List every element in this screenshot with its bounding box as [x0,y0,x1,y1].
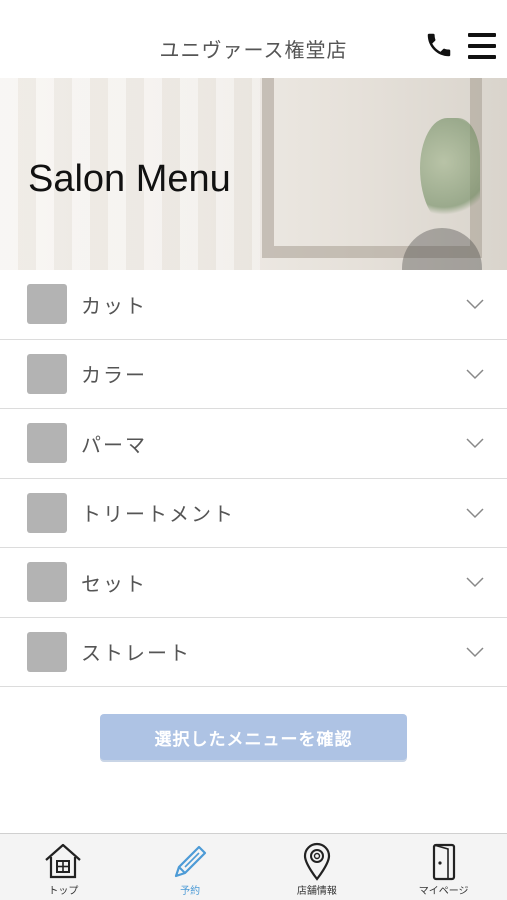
menu-item-thumbnail [27,562,67,603]
confirm-selected-menu-button[interactable]: 選択したメニューを確認 [100,714,407,760]
hero-title: Salon Menu [28,158,231,200]
menu-item-label: トリートメント [81,502,235,527]
menu-item-label: セット [81,571,147,596]
menu-item-thumbnail [27,492,67,533]
menu-item-label: パーマ [81,432,147,457]
hero-banner: Salon Menu [0,78,507,270]
tab-label: マイページ [418,886,469,897]
salon-menu-list: カット カラー パーマ トリートメント セット ストレート [0,270,507,687]
tab-label: トップ [48,886,79,897]
tab-top[interactable]: トップ [0,834,127,900]
chevron-down-icon[interactable] [466,646,484,658]
menu-item-label: カット [81,293,147,318]
chevron-down-icon[interactable] [466,576,484,588]
map-pin-icon [303,842,330,881]
menu-item-thumbnail [27,353,67,394]
tab-shop-info[interactable]: 店舗情報 [254,834,381,900]
phone-icon[interactable] [424,30,454,60]
menu-item-label: カラー [81,363,147,388]
menu-item-thumbnail [27,423,67,464]
tab-reservation[interactable]: 予約 [127,834,254,900]
door-icon [432,843,455,881]
pencil-icon [175,845,207,878]
app-header: ユニヴァース権堂店 [0,0,507,78]
menu-item-straight[interactable]: ストレート [0,618,507,687]
hamburger-menu-icon[interactable] [468,33,496,59]
chevron-down-icon[interactable] [466,507,484,519]
chevron-down-icon[interactable] [466,437,484,449]
menu-item-treatment[interactable]: トリートメント [0,479,507,548]
home-icon [45,843,82,879]
menu-item-label: ストレート [81,641,191,666]
menu-item-cut[interactable]: カット [0,270,507,340]
chevron-down-icon[interactable] [466,298,484,310]
bottom-tab-bar: トップ 予約 店舗情報 マイページ [0,833,507,900]
menu-item-thumbnail [27,284,67,325]
menu-item-thumbnail [27,631,67,672]
tab-mypage[interactable]: マイページ [380,834,507,900]
tab-label: 店舗情報 [296,886,337,897]
chevron-down-icon[interactable] [466,368,484,380]
tab-label: 予約 [180,886,201,897]
menu-item-color[interactable]: カラー [0,340,507,409]
menu-item-set[interactable]: セット [0,548,507,618]
menu-item-perm[interactable]: パーマ [0,409,507,479]
